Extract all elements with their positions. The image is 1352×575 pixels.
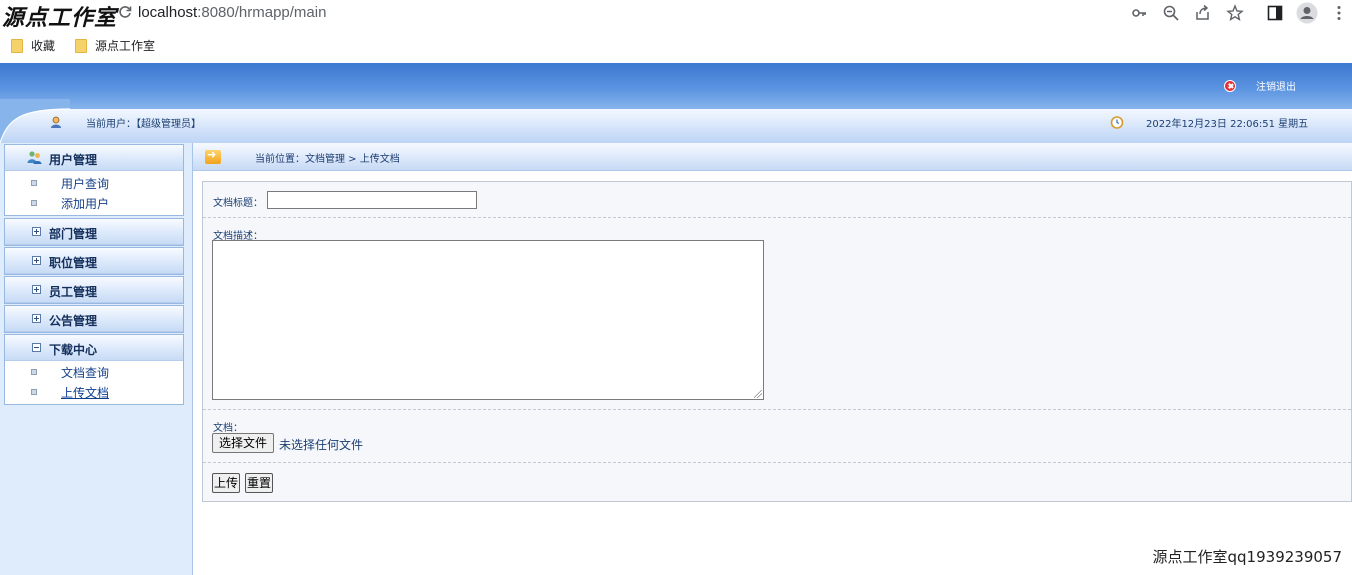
menu-title-user-management[interactable]: 用户管理 [5, 145, 183, 171]
reset-button[interactable]: 重置 [245, 473, 273, 493]
form-row-file: 文档： [203, 410, 1351, 463]
star-icon[interactable] [1226, 4, 1244, 22]
bookmark-studio[interactable]: 源点工作室 [75, 37, 155, 54]
breadcrumb-text: 当前位置：文档管理 > 上传文档 [255, 154, 400, 165]
users-icon [27, 151, 42, 164]
header-banner [0, 63, 1352, 109]
menu-title-label: 用户管理 [49, 153, 98, 167]
bullet-icon [31, 369, 37, 375]
menu-title-download-center[interactable]: 下载中心 [5, 335, 183, 361]
file-status: 未选择任何文件 [279, 438, 364, 452]
resize-grip-icon[interactable] [754, 390, 762, 398]
menu-item-label: 用户查询 [61, 177, 110, 191]
menu-title-label: 公告管理 [49, 314, 98, 328]
bullet-icon [31, 180, 37, 186]
document-description-textarea[interactable] [212, 240, 764, 400]
expand-icon [32, 314, 41, 323]
clock-icon [1110, 116, 1124, 129]
title-label: 文档标题： [213, 198, 263, 209]
watermark-bottom: 源点工作室qq1939239057 [1152, 548, 1342, 566]
share-icon[interactable] [1194, 4, 1212, 22]
bookmark-label: 源点工作室 [95, 39, 156, 53]
menu-item-label: 上传文档 [61, 386, 110, 400]
current-user: 当前用户：【超级管理员】 [86, 119, 201, 130]
current-datetime: 2022年12月23日 22:06:51 星期五 [1146, 119, 1309, 130]
menu-items: 文档查询 上传文档 [5, 362, 183, 402]
menu-item-add-user[interactable]: 添加用户 [5, 193, 183, 213]
bullet-icon [31, 200, 37, 206]
upload-button[interactable]: 上传 [212, 473, 240, 493]
bookmark-label: 收藏 [31, 39, 56, 53]
menu-title-department[interactable]: 部门管理 [5, 219, 183, 245]
menu-item-upload-document[interactable]: 上传文档 [5, 382, 183, 402]
logout-label: 注销退出 [1256, 82, 1296, 93]
form-row-title: 文档标题： [203, 182, 1351, 218]
menu-title-label: 职位管理 [49, 256, 98, 270]
menu-group-download-center: 下载中心 文档查询 上传文档 [4, 334, 184, 405]
menu-title-notice[interactable]: 公告管理 [5, 306, 183, 332]
menu-title-label: 下载中心 [49, 343, 98, 357]
menu-item-document-query[interactable]: 文档查询 [5, 362, 183, 382]
menu-group-position: 职位管理 [4, 247, 184, 275]
address-bar[interactable]: localhost:8080/hrmapp/main [138, 4, 326, 21]
menu-item-user-query[interactable]: 用户查询 [5, 173, 183, 193]
profile-avatar-icon[interactable] [1296, 2, 1318, 24]
breadcrumb: 当前位置：文档管理 > 上传文档 [193, 143, 1352, 171]
menu-title-position[interactable]: 职位管理 [5, 248, 183, 274]
app-header: 注销退出 当前用户：【超级管理员】 2022年12月23日 22:06:51 星… [0, 63, 1352, 143]
document-title-input[interactable] [267, 191, 477, 209]
menu-items: 用户查询 添加用户 [5, 173, 183, 213]
zoom-out-icon[interactable] [1162, 4, 1180, 22]
choose-file-button[interactable]: 选择文件 [212, 433, 274, 453]
menu-group-notice: 公告管理 [4, 305, 184, 333]
menu-group-department: 部门管理 [4, 218, 184, 246]
browser-toolbar: 源点工作室 localhost:8080/hrmapp/main [0, 0, 1352, 31]
reload-icon[interactable] [118, 5, 132, 19]
arrow-right-icon [205, 148, 221, 164]
file-label: 文档： [213, 423, 243, 434]
more-menu-icon[interactable] [1330, 4, 1348, 22]
side-panel-icon[interactable] [1266, 4, 1284, 22]
user-icon [51, 116, 61, 128]
upload-form: 文档标题： 文档描述： 文档： 选择文件 未选择任何文件 上传 重置 [202, 181, 1352, 502]
bookmark-favorites[interactable]: 收藏 [11, 37, 55, 54]
url-host: localhost [138, 4, 198, 21]
menu-group-user-management: 用户管理 用户查询 添加用户 [4, 144, 184, 216]
key-icon[interactable] [1130, 4, 1148, 22]
sidebar: 用户管理 用户查询 添加用户 部门管理 职位管理 员工管理 公告管理 下载中心 … [0, 143, 193, 575]
menu-title-label: 部门管理 [49, 227, 98, 241]
menu-group-employee: 员工管理 [4, 276, 184, 304]
menu-title-employee[interactable]: 员工管理 [5, 277, 183, 303]
menu-item-label: 添加用户 [61, 197, 110, 211]
expand-icon [32, 256, 41, 265]
logout-link[interactable]: 注销退出 [1224, 78, 1296, 93]
expand-icon [32, 227, 41, 236]
watermark-top: 源点工作室 [2, 5, 118, 31]
expand-icon [32, 285, 41, 294]
bookmarks-bar: 收藏 源点工作室 [0, 31, 1352, 57]
folder-icon [75, 38, 87, 53]
url-path: :8080/hrmapp/main [197, 4, 327, 21]
menu-item-label: 文档查询 [61, 366, 110, 380]
close-icon [1224, 79, 1236, 92]
collapse-icon [32, 343, 41, 352]
bullet-icon [31, 389, 37, 395]
menu-title-label: 员工管理 [49, 285, 98, 299]
folder-icon [11, 38, 23, 53]
